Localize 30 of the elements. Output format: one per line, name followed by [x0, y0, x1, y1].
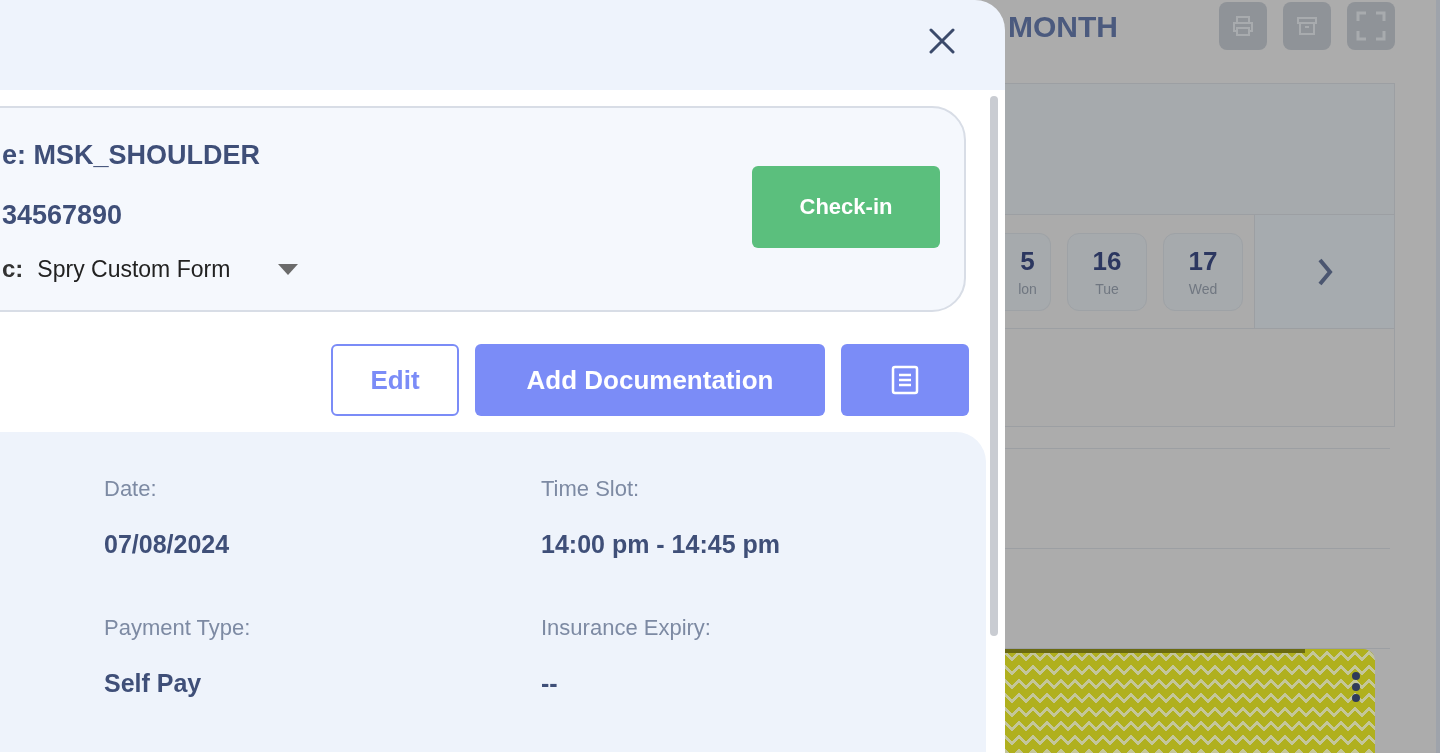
chevron-right-icon — [1316, 256, 1333, 287]
document-button[interactable] — [841, 344, 969, 416]
archive-button[interactable] — [1283, 2, 1331, 50]
field-value: 07/08/2024 — [104, 530, 231, 559]
add-documentation-button[interactable]: Add Documentation — [475, 344, 825, 416]
scrollbar[interactable] — [990, 96, 998, 636]
field-value: 14:00 pm - 14:45 pm — [541, 530, 781, 559]
template-label: c: — [2, 255, 24, 283]
template-select[interactable]: Spry Custom Form — [37, 255, 299, 283]
field-value: Self Pay — [104, 669, 203, 698]
close-icon[interactable] — [929, 28, 955, 54]
next-button[interactable] — [1255, 215, 1394, 328]
summary-text: 34567890 — [2, 199, 124, 232]
caret-icon — [278, 263, 299, 275]
archive-icon — [1295, 14, 1319, 38]
field-label: Time Slot: — [541, 476, 641, 502]
document-icon — [891, 365, 919, 395]
field-label: Insurance Expiry: — [541, 615, 712, 641]
field-value: -- — [541, 669, 559, 698]
calendar-heading: MONTH — [1008, 10, 1118, 44]
edit-button[interactable]: Edit — [331, 344, 459, 416]
printer-icon — [1231, 14, 1255, 38]
field-label: Payment Type: — [104, 615, 252, 641]
event-card[interactable] — [1005, 649, 1375, 753]
summary-text: e: MSK_SHOULDER — [2, 139, 262, 172]
fullscreen-icon — [1356, 11, 1386, 41]
more-icon[interactable] — [1351, 671, 1361, 703]
print-button[interactable] — [1219, 2, 1267, 50]
fullscreen-button[interactable] — [1347, 2, 1395, 50]
field-label: Date: — [104, 476, 158, 502]
